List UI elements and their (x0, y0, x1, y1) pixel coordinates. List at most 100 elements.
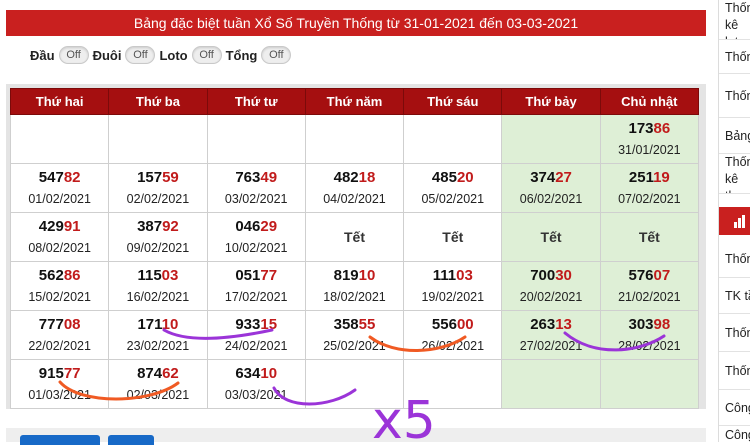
day-cell: 48520 05/02/2021 (403, 163, 503, 213)
number-tail: 15 (260, 316, 278, 333)
day-cell: 55600 26/02/2021 (403, 310, 503, 360)
sidebar-item-2[interactable]: Thống (719, 40, 750, 74)
number-head: 171 (137, 316, 162, 333)
special-prize-number: 91577 (11, 364, 108, 384)
draw-date: 02/02/2021 (126, 192, 190, 206)
day-cell: 81910 18/02/2021 (304, 261, 405, 311)
sidebar-item-5[interactable]: Thống kê theo (719, 154, 750, 194)
draw-date: 19/02/2021 (421, 290, 485, 304)
sidebar-item-3[interactable]: Thống (719, 74, 750, 118)
sidebar-item-1[interactable]: Thống kê loto (719, 0, 750, 40)
day-cell: 56286 15/02/2021 (9, 261, 110, 311)
day-cell: Tết (501, 212, 601, 262)
sidebar-section-header (719, 207, 750, 235)
col-header-fri: Thứ sáu (403, 88, 503, 115)
table-row: 42991 08/02/2021 38792 09/02/2021 04629 10/02… (9, 212, 700, 262)
draw-date: 18/02/2021 (323, 290, 386, 304)
toggle-label-tong: Tổng (225, 47, 258, 63)
number-head: 387 (137, 218, 163, 235)
number-head: 429 (38, 218, 64, 235)
number-head: 482 (333, 169, 359, 186)
sidebar-item-4[interactable]: Bảng (719, 118, 750, 154)
draw-date: 05/02/2021 (421, 192, 485, 206)
draw-date: 07/02/2021 (618, 192, 681, 206)
toggle-loto[interactable]: Off (191, 46, 222, 64)
number-tail: 29 (260, 218, 278, 235)
number-head: 700 (530, 267, 556, 284)
number-tail: 86 (63, 267, 81, 284)
day-cell: 04629 10/02/2021 (206, 212, 306, 262)
day-cell: Tết (403, 212, 503, 262)
special-prize-number: 04629 (208, 217, 305, 237)
special-prize-number: 30398 (601, 315, 698, 335)
special-prize-number: 76349 (208, 168, 305, 188)
draw-date: 16/02/2021 (126, 290, 190, 304)
day-cell: 15759 02/02/2021 (108, 163, 208, 213)
sidebar-item-9[interactable]: Thống (719, 352, 750, 390)
number-tail: 08 (63, 316, 81, 333)
number-head: 874 (137, 365, 163, 382)
number-head: 358 (333, 316, 359, 333)
table-row: 54782 01/02/2021 15759 02/02/2021 76349 03/02… (9, 163, 700, 213)
special-prize-number: 57607 (601, 266, 698, 286)
special-prize-number: 87462 (109, 364, 206, 384)
number-tail: 18 (358, 169, 376, 186)
draw-date: 01/03/2021 (28, 388, 91, 402)
day-cell: 38792 09/02/2021 (108, 212, 208, 262)
special-prize-number: 15759 (109, 168, 206, 188)
draw-date: 10/02/2021 (224, 241, 288, 255)
number-tail: 77 (63, 365, 81, 382)
number-head: 819 (333, 267, 359, 284)
holiday-label: Tết (540, 229, 562, 245)
day-cell (403, 114, 503, 164)
draw-date: 28/02/2021 (618, 339, 681, 353)
draw-date: 20/02/2021 (519, 290, 583, 304)
bottom-button-1[interactable] (20, 435, 100, 445)
day-cell: 30398 28/02/2021 (599, 310, 700, 360)
table-header-row: Thứ hai Thứ ba Thứ tư Thứ năm Thứ sáu Th… (9, 88, 700, 115)
special-prize-number: 48520 (404, 168, 501, 188)
number-tail: 59 (162, 169, 179, 186)
day-cell: 11503 16/02/2021 (108, 261, 208, 311)
number-tail: 27 (555, 169, 572, 186)
toggle-dau[interactable]: Off (58, 46, 89, 64)
sidebar-item-6[interactable]: Thống (719, 240, 750, 278)
number-head: 777 (38, 316, 64, 333)
draw-date: 01/02/2021 (28, 192, 91, 206)
sidebar-item-7[interactable]: TK tần (719, 278, 750, 314)
draw-date: 24/02/2021 (224, 339, 288, 353)
col-header-wed: Thứ tư (206, 88, 306, 115)
number-tail: 30 (555, 267, 572, 284)
toggle-group: Đầu Off Đuôi Off Loto Off Tổng Off (30, 44, 295, 66)
number-head: 485 (431, 169, 457, 186)
number-head: 111 (432, 267, 457, 284)
number-tail: 92 (162, 218, 179, 235)
day-cell (501, 359, 601, 409)
number-head: 374 (530, 169, 556, 186)
number-tail: 77 (260, 267, 278, 284)
bottom-button-2[interactable] (108, 435, 154, 445)
number-head: 157 (137, 169, 163, 186)
sidebar-item-8[interactable]: Thống (719, 314, 750, 352)
special-prize-number: 17110 (109, 315, 206, 335)
draw-date: 25/02/2021 (323, 339, 386, 353)
chart-icon (733, 214, 747, 228)
day-cell (501, 114, 601, 164)
number-tail: 98 (653, 316, 671, 333)
toggle-duoi[interactable]: Off (125, 46, 156, 64)
toggle-label-loto: Loto (159, 47, 188, 63)
day-cell: 91577 01/03/2021 (9, 359, 110, 409)
draw-date: 03/02/2021 (224, 192, 288, 206)
special-prize-number: 48218 (306, 168, 403, 188)
number-tail: 10 (358, 267, 376, 284)
page-title: Bảng đặc biệt tuần Xổ Số Truyền Thống từ… (6, 10, 706, 36)
sidebar-item-10[interactable]: Công (719, 390, 750, 426)
draw-date: 17/02/2021 (224, 290, 288, 304)
number-tail: 82 (63, 169, 81, 186)
day-cell: 37427 06/02/2021 (501, 163, 601, 213)
special-prize-number: 55600 (404, 315, 501, 335)
holiday-label: Tết (442, 229, 464, 245)
sidebar-item-11[interactable]: Công (719, 426, 750, 442)
special-prize-number: 77708 (11, 315, 108, 335)
toggle-tong[interactable]: Off (261, 46, 292, 64)
